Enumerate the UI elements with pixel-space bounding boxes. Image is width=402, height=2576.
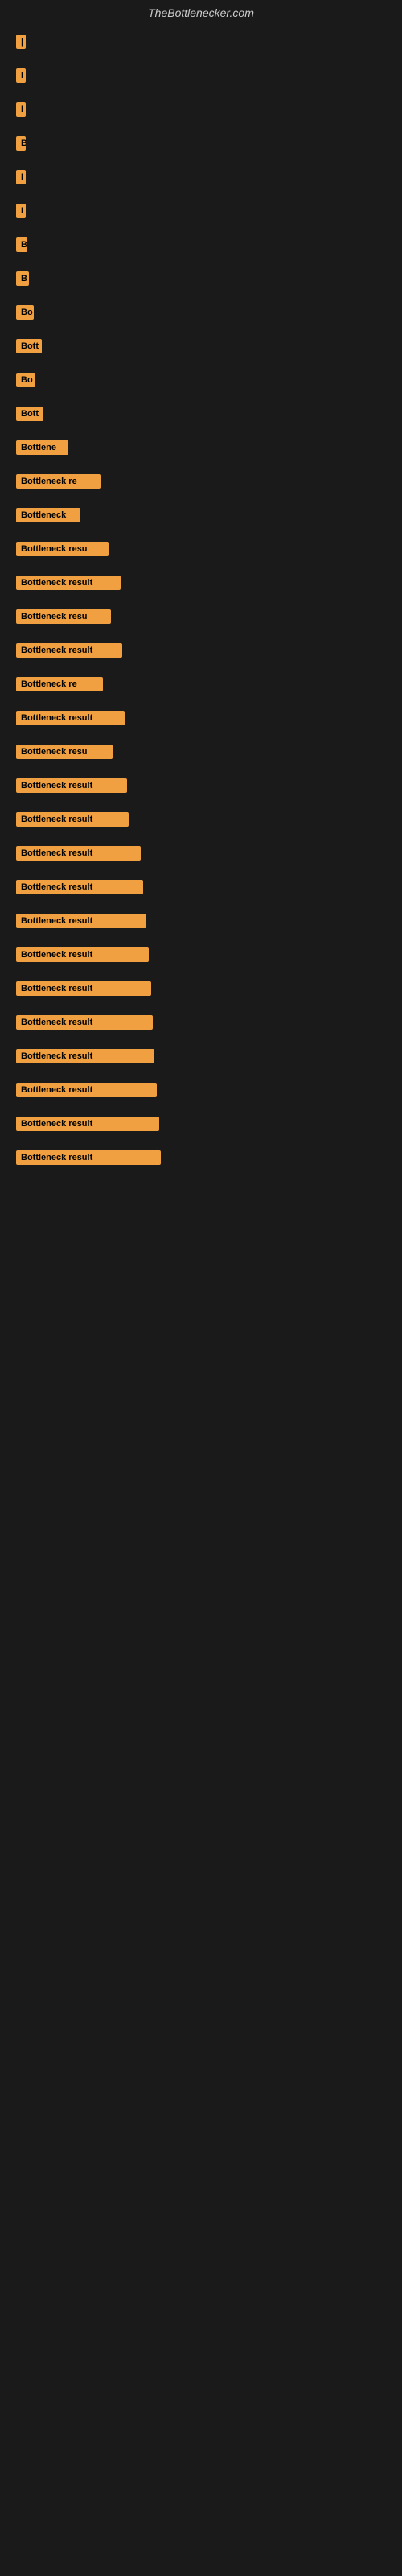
bar-row-28: Bottleneck result bbox=[8, 943, 394, 966]
bar-label-11: Bo bbox=[16, 373, 35, 387]
site-title: TheBottlenecker.com bbox=[0, 0, 402, 23]
bar-label-17: Bottleneck result bbox=[16, 576, 121, 590]
bar-row-20: Bottleneck re bbox=[8, 673, 394, 696]
bar-row-30: Bottleneck result bbox=[8, 1011, 394, 1034]
bar-row-6: I bbox=[8, 200, 394, 222]
bar-row-15: Bottleneck bbox=[8, 504, 394, 526]
bar-label-30: Bottleneck result bbox=[16, 1015, 153, 1030]
bar-row-23: Bottleneck result bbox=[8, 774, 394, 797]
bar-label-23: Bottleneck result bbox=[16, 778, 127, 793]
bar-row-32: Bottleneck result bbox=[8, 1079, 394, 1101]
bar-row-13: Bottlene bbox=[8, 436, 394, 459]
bar-label-5: I bbox=[16, 170, 26, 184]
bar-row-10: Bott bbox=[8, 335, 394, 357]
bar-label-29: Bottleneck result bbox=[16, 981, 151, 996]
bar-label-25: Bottleneck result bbox=[16, 846, 141, 861]
bar-row-1: | bbox=[8, 31, 394, 53]
bar-row-25: Bottleneck result bbox=[8, 842, 394, 865]
bar-label-9: Bo bbox=[16, 305, 34, 320]
bar-label-32: Bottleneck result bbox=[16, 1083, 157, 1097]
bar-label-15: Bottleneck bbox=[16, 508, 80, 522]
bar-row-24: Bottleneck result bbox=[8, 808, 394, 831]
bar-label-28: Bottleneck result bbox=[16, 947, 149, 962]
bar-row-21: Bottleneck result bbox=[8, 707, 394, 729]
bar-row-27: Bottleneck result bbox=[8, 910, 394, 932]
chart-area: | I I B I I B B Bo Bott Bo Bott Bottlene Bottleneck r… bbox=[0, 23, 402, 1169]
bar-label-3: I bbox=[16, 102, 26, 117]
bar-label-33: Bottleneck result bbox=[16, 1117, 159, 1131]
bar-row-17: Bottleneck result bbox=[8, 572, 394, 594]
bar-row-26: Bottleneck result bbox=[8, 876, 394, 898]
bar-row-3: I bbox=[8, 98, 394, 121]
bar-label-14: Bottleneck re bbox=[16, 474, 100, 489]
bar-label-4: B bbox=[16, 136, 26, 151]
bar-row-4: B bbox=[8, 132, 394, 155]
bar-label-26: Bottleneck result bbox=[16, 880, 143, 894]
bar-label-18: Bottleneck resu bbox=[16, 609, 111, 624]
bar-label-27: Bottleneck result bbox=[16, 914, 146, 928]
bar-label-6: I bbox=[16, 204, 26, 218]
bar-label-12: Bott bbox=[16, 407, 43, 421]
bar-row-31: Bottleneck result bbox=[8, 1045, 394, 1067]
bar-row-8: B bbox=[8, 267, 394, 290]
bar-label-31: Bottleneck result bbox=[16, 1049, 154, 1063]
bar-label-34: Bottleneck result bbox=[16, 1150, 161, 1165]
bar-row-2: I bbox=[8, 64, 394, 87]
bar-row-7: B bbox=[8, 233, 394, 256]
bar-row-12: Bott bbox=[8, 402, 394, 425]
bar-row-11: Bo bbox=[8, 369, 394, 391]
bar-row-29: Bottleneck result bbox=[8, 977, 394, 1000]
bar-row-16: Bottleneck resu bbox=[8, 538, 394, 560]
bar-label-19: Bottleneck result bbox=[16, 643, 122, 658]
bar-row-9: Bo bbox=[8, 301, 394, 324]
bar-row-33: Bottleneck result bbox=[8, 1113, 394, 1135]
bar-row-5: I bbox=[8, 166, 394, 188]
bar-row-34: Bottleneck result bbox=[8, 1146, 394, 1169]
bar-label-16: Bottleneck resu bbox=[16, 542, 109, 556]
bar-label-24: Bottleneck result bbox=[16, 812, 129, 827]
bar-label-8: B bbox=[16, 271, 29, 286]
bar-label-20: Bottleneck re bbox=[16, 677, 103, 691]
bar-row-22: Bottleneck resu bbox=[8, 741, 394, 763]
bar-label-2: I bbox=[16, 68, 26, 83]
bar-label-13: Bottlene bbox=[16, 440, 68, 455]
bar-row-18: Bottleneck resu bbox=[8, 605, 394, 628]
bar-row-19: Bottleneck result bbox=[8, 639, 394, 662]
bar-label-7: B bbox=[16, 237, 27, 252]
bar-label-22: Bottleneck resu bbox=[16, 745, 113, 759]
bar-label-1: | bbox=[16, 35, 26, 49]
bar-label-10: Bott bbox=[16, 339, 42, 353]
bar-label-21: Bottleneck result bbox=[16, 711, 125, 725]
bar-row-14: Bottleneck re bbox=[8, 470, 394, 493]
